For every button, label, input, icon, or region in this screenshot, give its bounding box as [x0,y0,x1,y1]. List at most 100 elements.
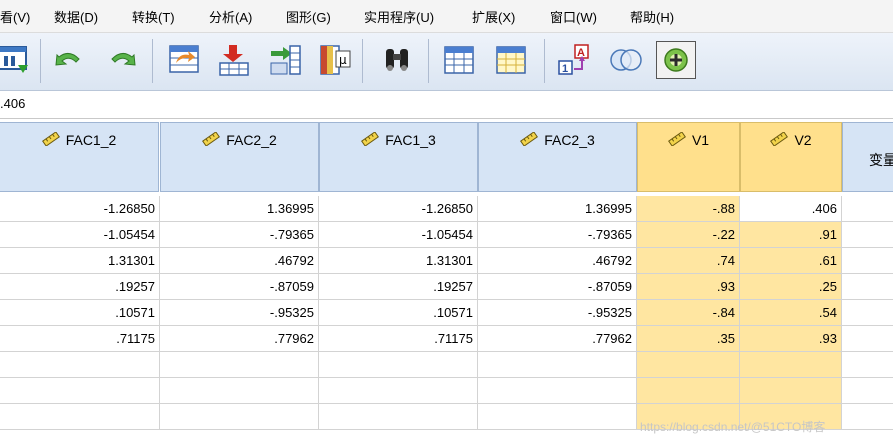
weight-cases-button[interactable] [492,41,530,79]
data-cell[interactable]: .74 [637,248,740,274]
data-cell[interactable]: -.22 [637,222,740,248]
data-cell[interactable]: .10571 [319,300,478,326]
menu-data[interactable]: 数据(D) [54,10,98,26]
add-button[interactable] [656,41,696,79]
data-cell[interactable] [842,352,893,378]
undo-button[interactable] [50,41,88,79]
value-labels-button[interactable]: A 1 [555,41,593,79]
data-cell[interactable]: -.87059 [160,274,319,300]
data-cell[interactable]: .77962 [160,326,319,352]
data-cell[interactable]: .46792 [478,248,637,274]
data-cell[interactable]: 1.31301 [0,248,160,274]
data-cell[interactable]: .93 [637,274,740,300]
cell-editor-value[interactable]: .406 [0,96,25,111]
data-cell[interactable]: .61 [740,248,842,274]
data-cell[interactable] [478,352,637,378]
header-variable[interactable]: 变量 [842,122,893,192]
menu-extensions[interactable]: 扩展(X) [472,10,515,26]
data-cell[interactable] [319,352,478,378]
data-cell[interactable] [0,404,160,430]
data-cell[interactable] [637,352,740,378]
redo-icon [111,53,136,66]
menu-transform[interactable]: 转换(T) [132,10,175,26]
data-cell[interactable] [160,378,319,404]
data-cell[interactable] [160,352,319,378]
insert-cases-button[interactable] [215,41,253,79]
data-cell[interactable]: .93 [740,326,842,352]
data-cell[interactable] [842,274,893,300]
data-cell[interactable]: .35 [637,326,740,352]
column-header-text: FAC2_3 [544,132,595,148]
data-cell[interactable] [740,352,842,378]
active-cell[interactable]: .406 [740,196,842,222]
data-cell[interactable]: -1.05454 [319,222,478,248]
data-cell[interactable] [842,300,893,326]
data-cell[interactable]: -.95325 [160,300,319,326]
column-header-label: V1 [638,132,739,148]
menu-utilities[interactable]: 实用程序(U) [364,10,434,26]
data-grid: FAC1_2 FAC2_2 FAC1_3 FAC2_3 V1 V2 变量 -1.26850 1.… [0,119,893,447]
data-cell[interactable]: .71175 [0,326,160,352]
data-cell[interactable]: -1.26850 [0,196,160,222]
svg-text:μ: μ [339,53,347,67]
data-cell[interactable]: .71175 [319,326,478,352]
data-cell[interactable]: .46792 [160,248,319,274]
data-cell[interactable] [160,404,319,430]
data-cell[interactable] [478,378,637,404]
data-cell[interactable] [842,378,893,404]
find-button[interactable] [378,41,416,79]
data-cell[interactable]: .25 [740,274,842,300]
menu-analyze[interactable]: 分析(A) [209,10,252,26]
goto-case-button[interactable] [165,41,203,79]
data-cell[interactable]: -.95325 [478,300,637,326]
data-cell[interactable]: .19257 [0,274,160,300]
data-cell[interactable] [842,196,893,222]
header-fac2-3[interactable]: FAC2_3 [478,122,637,192]
menu-view[interactable]: 看(V) [0,10,30,26]
menu-help[interactable]: 帮助(H) [630,10,674,26]
header-fac1-2[interactable]: FAC1_2 [0,122,159,192]
data-cell[interactable]: -.87059 [478,274,637,300]
header-fac2-2[interactable]: FAC2_2 [160,122,319,192]
data-cell[interactable]: .77962 [478,326,637,352]
data-cell[interactable]: .10571 [0,300,160,326]
data-cell[interactable] [0,378,160,404]
data-cell[interactable]: .54 [740,300,842,326]
header-v1[interactable]: V1 [637,122,740,192]
data-cell[interactable]: -.79365 [160,222,319,248]
data-cell[interactable]: 1.36995 [478,196,637,222]
data-cell[interactable]: 1.31301 [319,248,478,274]
data-cell[interactable]: .19257 [319,274,478,300]
data-cell[interactable] [842,326,893,352]
data-cell[interactable] [842,404,893,430]
data-cell[interactable] [740,378,842,404]
data-cell[interactable] [637,378,740,404]
data-cell[interactable]: -.88 [637,196,740,222]
column-header-text: 变量 [869,152,893,168]
use-sets-button[interactable] [607,41,645,79]
recall-dialog-button[interactable] [0,41,32,79]
data-cell[interactable] [0,352,160,378]
variables-button[interactable]: μ [316,41,354,79]
column-header-text: V2 [794,132,812,148]
data-cell[interactable] [319,378,478,404]
data-cell[interactable] [319,404,478,430]
data-cell[interactable]: 1.36995 [160,196,319,222]
data-cell[interactable]: .91 [740,222,842,248]
redo-button[interactable] [103,41,141,79]
menu-window[interactable]: 窗口(W) [550,10,597,26]
data-cell[interactable]: -.79365 [478,222,637,248]
data-cell[interactable]: -.84 [637,300,740,326]
data-cell[interactable]: -1.05454 [0,222,160,248]
data-cell[interactable]: -1.26850 [319,196,478,222]
menu-graphs[interactable]: 图形(G) [286,10,331,26]
header-fac1-3[interactable]: FAC1_3 [319,122,478,192]
data-cell[interactable] [842,248,893,274]
header-v2[interactable]: V2 [740,122,842,192]
data-cell[interactable] [478,404,637,430]
data-cell[interactable] [842,222,893,248]
insert-variable-button[interactable] [266,41,304,79]
column-header-text: V1 [691,132,710,148]
split-file-button[interactable] [440,41,478,79]
scale-measure-icon [520,132,539,146]
